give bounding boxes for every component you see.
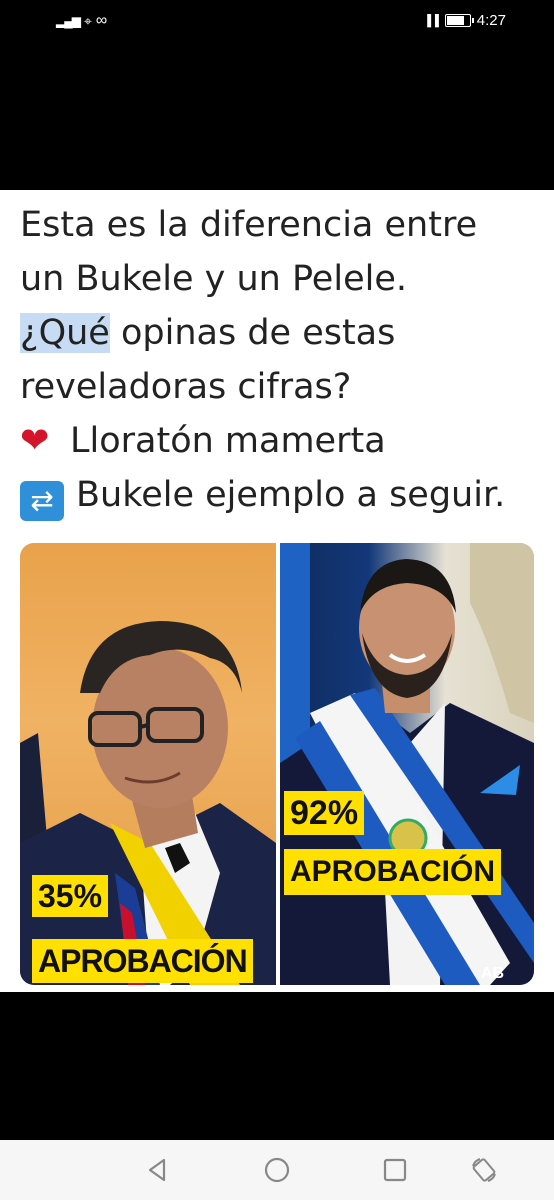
voicemail-icon: ∞: [95, 12, 108, 29]
signal-icon: ▂▄▆: [56, 14, 81, 28]
option-heart: ❤ Lloratón mamerta: [20, 414, 540, 468]
status-left: ▂▄▆ ⌖ ∞: [56, 12, 107, 30]
right-photo: 92% APROBACIÓN AB: [280, 543, 534, 985]
status-bar: ▂▄▆ ⌖ ∞ ▐▐ 4:27: [0, 0, 554, 44]
right-percent-label: 92%: [284, 791, 365, 835]
heart-icon: ❤: [20, 421, 50, 461]
back-icon[interactable]: [144, 1156, 172, 1184]
status-right: ▐▐ 4:27: [423, 12, 506, 29]
left-photo: 35% APROBACIÓN: [20, 543, 276, 985]
left-approval-label: APROBACIÓN: [32, 939, 253, 983]
repeat-icon: ⇄: [20, 481, 64, 521]
right-person-illustration: [280, 543, 534, 985]
left-person-illustration: [20, 621, 276, 985]
post-line-2: un Bukele y un Pelele.: [20, 259, 407, 299]
post-text: Esta es la diferencia entre un Bukele y …: [20, 198, 540, 522]
vibrate-icon: ▐▐: [423, 14, 439, 27]
battery-icon: [444, 14, 474, 27]
option-heart-label: Lloratón mamerta: [70, 421, 386, 461]
post-line-1: Esta es la diferencia entre: [20, 205, 478, 245]
post-line-3-rest: opinas de estas: [109, 313, 396, 353]
option-repeat: ⇄ Bukele ejemplo a seguir.: [20, 468, 540, 522]
home-icon[interactable]: [263, 1156, 291, 1184]
post-image[interactable]: 35% APROBACIÓN 92% APROBACIÓN AB: [20, 543, 534, 985]
selected-text[interactable]: ¿Qué: [20, 313, 110, 353]
watermark-logo: AB: [480, 965, 504, 982]
post: Esta es la diferencia entre un Bukele y …: [0, 190, 554, 992]
option-repeat-label: Bukele ejemplo a seguir.: [76, 475, 506, 515]
wifi-icon: ⌖: [83, 12, 92, 29]
post-line-3: ¿Qué opinas de estas: [20, 306, 540, 360]
rotate-icon[interactable]: [470, 1156, 498, 1184]
left-percent-label: 35%: [32, 875, 109, 917]
post-line-4: reveladoras cifras?: [20, 367, 352, 407]
navigation-bar: [0, 1140, 554, 1200]
clock: 4:27: [476, 12, 506, 29]
recents-icon[interactable]: [381, 1156, 409, 1184]
right-approval-label: APROBACIÓN: [284, 849, 502, 895]
